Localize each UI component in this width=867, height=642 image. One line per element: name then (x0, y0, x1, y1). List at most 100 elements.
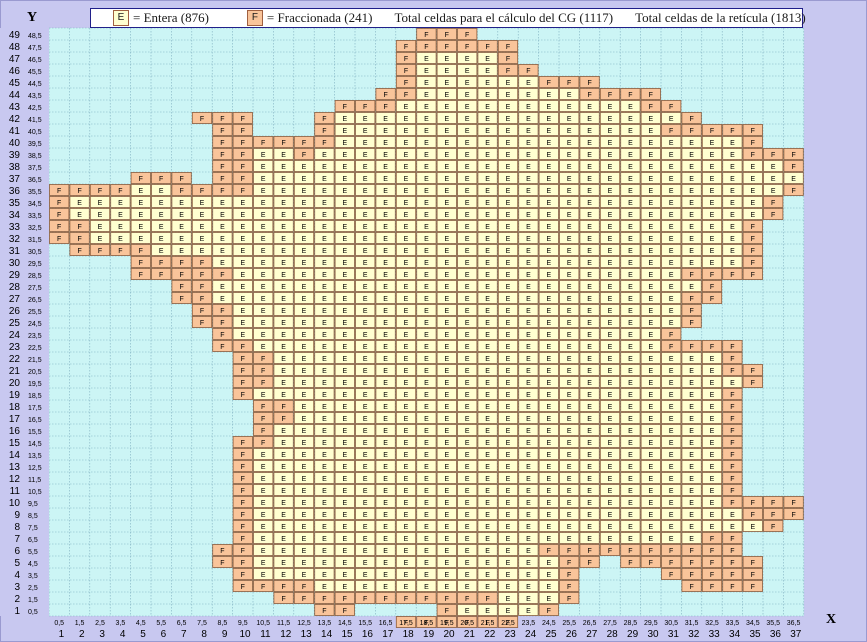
cell-label: E (648, 452, 653, 459)
cell-label: E (363, 416, 368, 423)
cell-label: F (302, 596, 306, 603)
cell-label: E (261, 248, 266, 255)
cell-label: E (608, 188, 613, 195)
y-tick-label: 31 (9, 246, 21, 257)
cell-label: E (526, 164, 531, 171)
cell-label: E (138, 212, 143, 219)
cell-label: E (424, 116, 429, 123)
cell-label: E (587, 416, 592, 423)
legend-total-cg: Total celdas para el cálculo del CG (111… (394, 10, 614, 25)
cell-label: E (240, 236, 245, 243)
cell-label: F (649, 548, 653, 555)
cell-label: E (363, 236, 368, 243)
cell-label: E (302, 308, 307, 315)
cell-label: E (567, 488, 572, 495)
cell-label: E (669, 224, 674, 231)
cell-label: E (587, 152, 592, 159)
cell-label: E (261, 572, 266, 579)
x-midpoint-label: 34,5 (746, 620, 760, 627)
cell-label: F (710, 548, 714, 555)
cell-label: E (138, 200, 143, 207)
cell-label: E (648, 164, 653, 171)
cell-label: E (342, 572, 347, 579)
cell-label: E (669, 296, 674, 303)
cell-label: E (526, 116, 531, 123)
cell-label: F (220, 332, 224, 339)
cell-label: E (546, 512, 551, 519)
cell-label: E (546, 428, 551, 435)
cell-label: E (485, 392, 490, 399)
cell-label: E (322, 476, 327, 483)
cell-label: E (424, 212, 429, 219)
cell-label: E (689, 176, 694, 183)
cell-label: E (730, 152, 735, 159)
cell-label: E (465, 188, 470, 195)
cell-label: E (546, 188, 551, 195)
cell-label: E (567, 188, 572, 195)
cell-label: E (628, 356, 633, 363)
cell-label: F (220, 308, 224, 315)
cell-label: E (281, 200, 286, 207)
cell-label: E (220, 200, 225, 207)
cell-label: E (730, 512, 735, 519)
cell-label: E (383, 284, 388, 291)
cell-label: E (710, 404, 715, 411)
cell-label: E (587, 284, 592, 291)
cell-label: E (526, 92, 531, 99)
cell-label: E (342, 512, 347, 519)
cell-label: E (261, 548, 266, 555)
cell-label: F (261, 140, 265, 147)
cell-label: E (465, 476, 470, 483)
cell-label: E (404, 440, 409, 447)
cell-label: E (281, 152, 286, 159)
cell-label: E (342, 428, 347, 435)
y-midpoint-label: 32,5 (28, 225, 42, 232)
cell-label: F (179, 260, 183, 267)
cell-label: E (669, 188, 674, 195)
cell-label: F (689, 572, 693, 579)
cell-label: E (444, 392, 449, 399)
y-tick-label: 2 (14, 594, 20, 605)
cell-label: E (648, 476, 653, 483)
cell-label: E (322, 152, 327, 159)
cell-label: E (648, 404, 653, 411)
cell-label: E (444, 380, 449, 387)
cell-label: F (220, 116, 224, 123)
x-midpoint-label: 10,5 (256, 620, 270, 627)
cell-label: E (302, 428, 307, 435)
cell-label: E (628, 452, 633, 459)
cell-label: F (241, 488, 245, 495)
cell-label: E (587, 380, 592, 387)
cell-label: E (506, 536, 511, 543)
cell-label: F (322, 116, 326, 123)
cell-label: E (363, 152, 368, 159)
cell-label: E (404, 488, 409, 495)
y-midpoint-label: 14,5 (28, 441, 42, 448)
cell-label: E (485, 308, 490, 315)
cell-label: E (281, 272, 286, 279)
x-midpoint-label: 15,5 (358, 620, 372, 627)
y-midpoint-label: 20,5 (28, 369, 42, 376)
cell-label: E (587, 296, 592, 303)
x-tick-label: 23 (505, 629, 517, 640)
cell-label: E (424, 320, 429, 327)
cell-label: F (506, 44, 510, 51)
cell-label: E (506, 500, 511, 507)
cell-label: E (404, 296, 409, 303)
cell-label: E (526, 296, 531, 303)
cell-label: E (444, 68, 449, 75)
cell-label: E (363, 428, 368, 435)
cell-label: F (261, 356, 265, 363)
cell-label: E (342, 584, 347, 591)
y-midpoint-label: 2,5 (28, 585, 38, 592)
cell-label: E (424, 248, 429, 255)
cell-label: E (485, 212, 490, 219)
cell-label: F (751, 272, 755, 279)
cell-label: E (383, 212, 388, 219)
x-midpoint-label: 36,5 (787, 620, 801, 627)
cell-label: E (608, 512, 613, 519)
cell-label: E (567, 284, 572, 291)
cell-label: E (546, 344, 551, 351)
cell-label: E (669, 272, 674, 279)
cell-label: F (57, 224, 61, 231)
